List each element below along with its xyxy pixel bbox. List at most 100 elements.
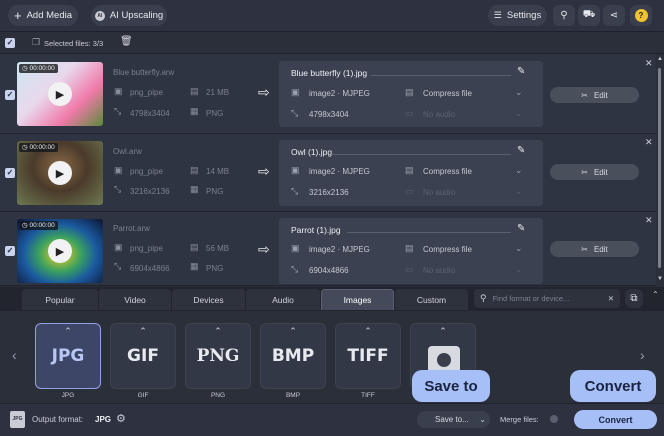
manage-formats-button[interactable]: ⧉ [625,289,643,308]
remove-file-icon[interactable]: ✕ [645,58,653,69]
scissors-icon: ✂ [581,90,588,100]
trash-icon[interactable]: 🗑 [120,36,133,47]
edit-button[interactable]: ✂ Edit [550,87,639,103]
tab-devices[interactable]: Devices [172,289,245,310]
tab-video[interactable]: Video [99,289,171,310]
chevron-up-icon[interactable]: ⌃ [36,326,100,337]
output-file-name[interactable]: Parrot (1).jpg [291,225,341,235]
chevron-up-icon[interactable]: ⌃ [186,326,250,337]
convert-arrow-icon: ⇨ [258,84,270,100]
output-codec: image2 · MJPEG [309,167,370,176]
play-icon[interactable]: ▶ [48,239,72,263]
duration-badge: ◷ 00:00:00 [19,143,58,152]
rename-pencil-icon[interactable]: ✎ [517,145,525,156]
chevron-down-icon[interactable]: ⌄ [479,415,486,424]
gif-logo: GIF [127,346,159,366]
convert-button[interactable]: Convert [574,410,657,429]
scroll-up-icon[interactable]: ▲ [657,56,663,62]
thumbnail-butterfly[interactable]: ◷ 00:00:00 ▶ [17,62,103,126]
ai-upscaling-button[interactable]: AI AI Upscaling [91,5,167,26]
compress-icon: ▤ [405,87,414,97]
chevron-down-icon[interactable]: ⌄ [515,87,523,98]
output-codec: image2 · MJPEG [309,245,370,254]
format-search-input[interactable]: ⚲ Find format or device... ✕ [474,289,620,308]
chevron-up-icon[interactable]: ⌃ [261,326,325,337]
tab-audio[interactable]: Audio [246,289,320,310]
convert-arrow-icon: ⇨ [258,163,270,179]
share-icon: ⋖ [609,10,619,21]
output-file-name[interactable]: Owl (1).jpg [291,147,332,157]
source-size: 21 MB [206,88,230,97]
tab-images[interactable]: Images [321,289,394,310]
save-to-button[interactable]: Save to... ⌄ [417,411,490,428]
compress-dropdown[interactable]: Compress file [423,89,472,98]
source-file-name: Parrot.arw [113,224,150,233]
tab-custom[interactable]: Custom [395,289,468,310]
edit-button[interactable]: ✂ Edit [550,164,639,180]
chevron-left-icon[interactable]: ‹ [12,347,17,363]
add-media-button[interactable]: + Add Media [8,5,78,26]
clear-search-icon[interactable]: ✕ [608,294,614,303]
format-jpg[interactable]: ⌃ JPG [35,323,101,389]
row-checkbox[interactable]: ✓ [5,246,15,256]
chevron-down-icon: ⌄ [515,108,523,118]
source-size: 14 MB [206,167,230,176]
jpg-logo: JPG [51,346,85,366]
scrollbar-thumb[interactable] [658,68,661,268]
file-row: ✓ ◷ 00:00:00 ▶ Owl.arw ▣ png_pipe ▤ 14 M… [0,134,656,212]
output-resolution: 6904x4866 [309,266,349,275]
cart-button[interactable]: ⛟ [578,5,600,26]
resolution-icon: ⤡ [291,264,299,274]
video-codec-icon: ▣ [291,243,300,253]
compress-dropdown[interactable]: Compress file [423,245,472,254]
rename-pencil-icon[interactable]: ✎ [517,66,525,77]
format-bmp[interactable]: ⌃ BMP [260,323,326,389]
gear-icon[interactable]: ⚙ [116,412,126,425]
help-button[interactable]: ? [630,5,652,26]
share-button[interactable]: ⋖ [603,5,625,26]
chevron-up-icon[interactable]: ⌃ [111,326,175,337]
selected-files-count: 3/3 [92,39,104,48]
tab-popular[interactable]: Popular [22,289,98,310]
chevron-right-icon[interactable]: › [640,347,645,363]
format-gif[interactable]: ⌃ GIF [110,323,176,389]
file-list-scrollbar[interactable]: ▲ ▼ [656,54,664,286]
sliders-icon: ☰ [493,10,502,20]
select-all-checkbox[interactable]: ✓ [5,38,15,48]
play-icon[interactable]: ▶ [48,161,72,185]
compress-dropdown[interactable]: Compress file [423,167,472,176]
collapse-panel-icon[interactable]: ⌃ [652,290,659,299]
thumbnail-owl[interactable]: ◷ 00:00:00 ▶ [17,141,103,205]
chevron-down-icon[interactable]: ⌄ [515,243,523,254]
rename-pencil-icon[interactable]: ✎ [517,223,525,234]
resolution-icon: ⤡ [114,106,122,116]
settings-button[interactable]: ☰ Settings [488,5,547,26]
source-resolution: 6904x4866 [130,264,170,273]
format-tiff[interactable]: ⌃ TIFF [335,323,401,389]
chevron-down-icon[interactable]: ⌄ [515,165,523,176]
duration-badge: ◷ 00:00:00 [19,64,58,73]
top-toolbar: + Add Media AI AI Upscaling ☰ Settings ⚲… [0,0,664,32]
video-codec-icon: ▣ [291,87,300,97]
audio-dropdown: No audio [423,188,456,197]
chevron-up-icon[interactable]: ⌃ [411,326,475,337]
play-icon[interactable]: ▶ [48,82,72,106]
output-format-icon: JPG [10,411,25,428]
image-format-icon: ▦ [190,106,199,116]
merge-files-toggle[interactable] [550,415,558,423]
row-checkbox[interactable]: ✓ [5,90,15,100]
format-label: BMP [285,392,301,399]
remove-file-icon[interactable]: ✕ [645,215,653,226]
thumbnail-parrot[interactable]: ◷ 00:00:00 ▶ [17,219,103,283]
search-button[interactable]: ⚲ [553,5,575,26]
output-format-value[interactable]: JPG [95,415,111,424]
source-format: PNG [206,264,224,273]
chevron-up-icon[interactable]: ⌃ [336,326,400,337]
scroll-down-icon[interactable]: ▼ [657,276,663,282]
format-png[interactable]: ⌃ PNG [185,323,251,389]
remove-file-icon[interactable]: ✕ [645,137,653,148]
edit-button[interactable]: ✂ Edit [550,241,639,257]
row-checkbox[interactable]: ✓ [5,168,15,178]
file-size-icon: ▤ [190,86,199,96]
output-file-name[interactable]: Blue butterfly (1).jpg [291,68,367,78]
